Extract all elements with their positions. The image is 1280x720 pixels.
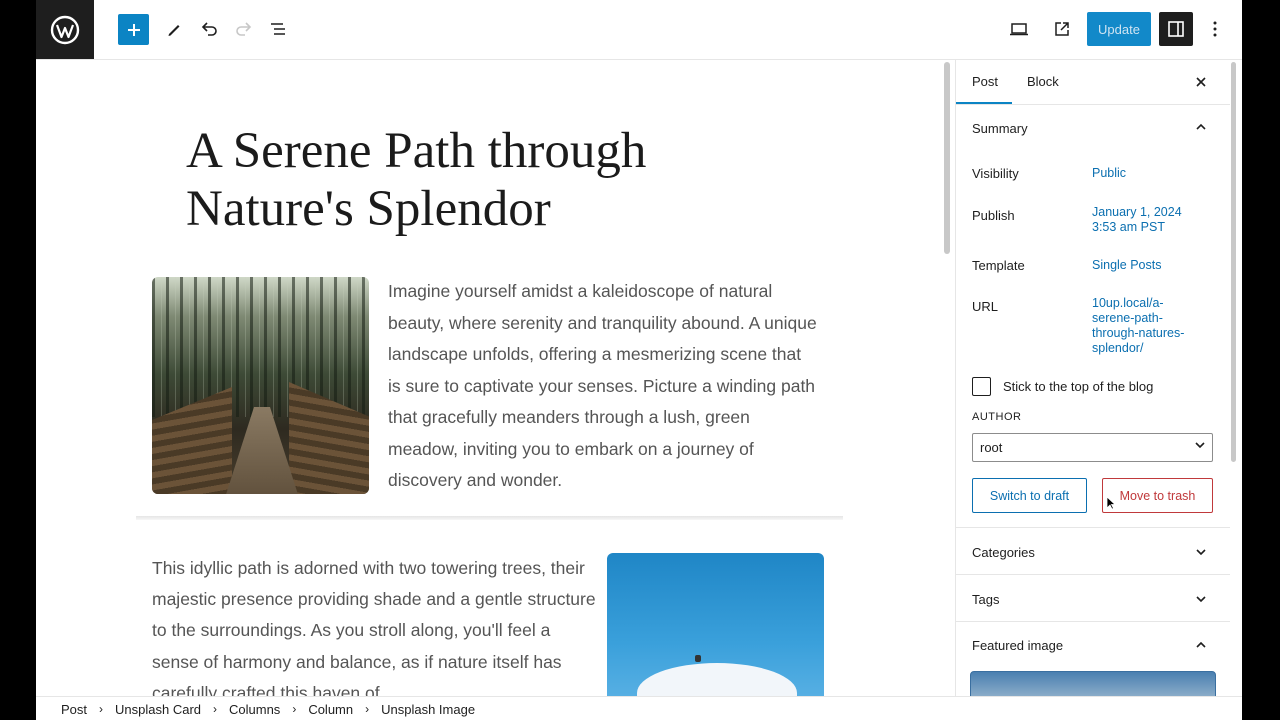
author-label: AUTHOR xyxy=(972,411,1022,423)
url-line: serene-path- xyxy=(1092,311,1163,325)
chevron-up-icon[interactable] xyxy=(1192,636,1210,654)
tab-block[interactable]: Block xyxy=(1027,74,1059,89)
post-title[interactable]: A Serene Path through Nature's Splendor xyxy=(186,122,746,238)
url-line: splendor/ xyxy=(1092,341,1144,355)
active-tab-indicator xyxy=(956,102,1012,104)
divider xyxy=(956,527,1230,528)
breadcrumb-item[interactable]: Unsplash Image xyxy=(369,702,475,717)
forest-path-image[interactable] xyxy=(152,277,369,494)
breadcrumb-item[interactable]: Columns xyxy=(217,702,280,717)
url-link[interactable]: 10up.local/a- serene-path- through-natur… xyxy=(1092,296,1184,356)
summary-heading[interactable]: Summary xyxy=(972,121,1028,136)
divider xyxy=(956,621,1230,622)
pencil-tool-icon[interactable] xyxy=(159,14,189,44)
url-label: URL xyxy=(972,299,999,314)
publish-date: January 1, 2024 xyxy=(1092,205,1182,219)
switch-to-draft-button[interactable]: Switch to draft xyxy=(972,478,1087,513)
chevron-down-icon[interactable] xyxy=(1192,543,1210,561)
chevron-right-icon: › xyxy=(213,702,218,716)
featured-image-heading[interactable]: Featured image xyxy=(972,638,1063,653)
update-button[interactable]: Update xyxy=(1087,12,1151,46)
categories-heading[interactable]: Categories xyxy=(972,545,1035,560)
card-separator xyxy=(136,516,843,520)
publish-label: Publish xyxy=(972,208,1015,223)
canvas-scrollbar[interactable] xyxy=(944,62,950,254)
sticky-checkbox[interactable] xyxy=(972,377,991,396)
wordpress-logo[interactable] xyxy=(36,0,94,59)
tab-post[interactable]: Post xyxy=(972,74,998,89)
undo-icon[interactable] xyxy=(194,14,224,44)
publish-time: 3:53 am PST xyxy=(1092,220,1165,234)
divider xyxy=(956,574,1230,575)
plus-icon xyxy=(127,23,140,36)
sidebar-toggle-icon xyxy=(1168,21,1184,37)
wordpress-logo-icon xyxy=(50,15,80,44)
visibility-value[interactable]: Public xyxy=(1092,166,1126,181)
paragraph-block[interactable]: Imagine yourself amidst a kaleidoscope o… xyxy=(388,276,818,497)
template-label: Template xyxy=(972,258,1025,273)
external-preview-icon[interactable] xyxy=(1047,14,1077,44)
tags-heading[interactable]: Tags xyxy=(972,592,999,607)
add-block-button[interactable] xyxy=(118,14,149,45)
template-value[interactable]: Single Posts xyxy=(1092,258,1161,273)
block-breadcrumb: Post › Unsplash Card › Columns › Column … xyxy=(36,696,1242,720)
url-line: through-natures- xyxy=(1092,326,1185,340)
chevron-right-icon: › xyxy=(99,702,104,716)
settings-sidebar: Post Block Summary Visibility Public Pub… xyxy=(955,60,1230,696)
breadcrumb-item[interactable]: Column xyxy=(296,702,353,717)
sidebar-tabs: Post Block xyxy=(956,60,1230,105)
paragraph-block-2[interactable]: This idyllic path is adorned with two to… xyxy=(152,553,597,696)
close-icon[interactable] xyxy=(1192,73,1210,91)
editor-canvas[interactable]: A Serene Path through Nature's Splendor … xyxy=(36,60,944,696)
editor-window: Update A Serene Path through Nature's Sp… xyxy=(36,0,1242,720)
visibility-label: Visibility xyxy=(972,166,1019,181)
author-select[interactable]: root xyxy=(972,433,1213,462)
desktop-preview-icon[interactable] xyxy=(1004,14,1034,44)
sky-cloud-image[interactable] xyxy=(607,553,824,696)
sticky-label: Stick to the top of the blog xyxy=(1003,379,1154,394)
chevron-down-icon[interactable] xyxy=(1192,590,1210,608)
publish-date-link[interactable]: January 1, 2024 3:53 am PST xyxy=(1092,205,1182,235)
top-toolbar: Update xyxy=(36,0,1242,60)
breadcrumb-item[interactable]: Post xyxy=(36,702,87,717)
featured-image-preview[interactable] xyxy=(970,671,1216,696)
chevron-down-icon xyxy=(1195,442,1205,449)
settings-sidebar-button[interactable] xyxy=(1159,12,1193,46)
chevron-right-icon: › xyxy=(365,702,370,716)
breadcrumb-item[interactable]: Unsplash Card xyxy=(103,702,201,717)
url-line: 10up.local/a- xyxy=(1092,296,1164,310)
chevron-up-icon[interactable] xyxy=(1192,118,1210,136)
move-to-trash-button[interactable]: Move to trash xyxy=(1102,478,1213,513)
redo-icon[interactable] xyxy=(229,14,259,44)
sidebar-scrollbar[interactable] xyxy=(1231,62,1236,462)
mouse-cursor-icon xyxy=(1106,496,1116,510)
author-value: root xyxy=(980,440,1003,455)
more-options-icon[interactable] xyxy=(1200,14,1230,44)
list-view-icon[interactable] xyxy=(264,14,294,44)
chevron-right-icon: › xyxy=(292,702,297,716)
